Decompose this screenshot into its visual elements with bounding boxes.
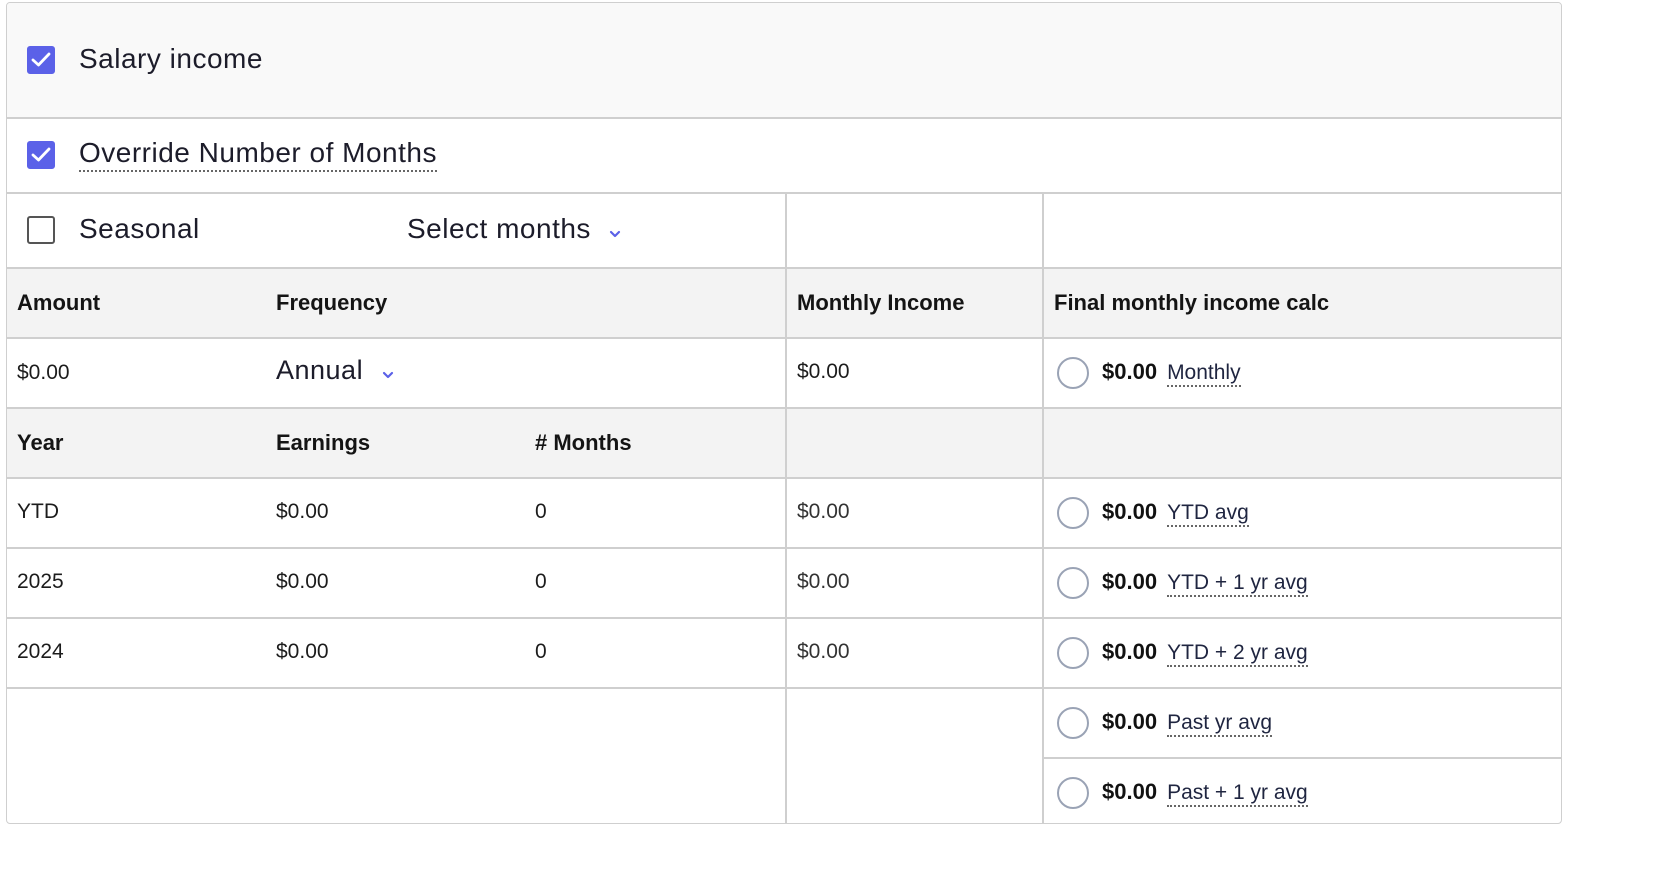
divider bbox=[1043, 757, 1561, 759]
final-option-radio-past-yr[interactable] bbox=[1057, 707, 1089, 739]
final-option-past-yr: $0.00 Past yr avg bbox=[1102, 709, 1273, 737]
final-option-label: YTD avg bbox=[1167, 501, 1249, 527]
table-row-year: 2024 bbox=[17, 640, 64, 663]
table-row-monthly: $0.00 bbox=[797, 640, 850, 663]
final-option-label: Past + 1 yr avg bbox=[1167, 781, 1308, 807]
table-row-months[interactable]: 0 bbox=[535, 500, 547, 524]
final-option-amount: $0.00 bbox=[1102, 709, 1158, 734]
table-row-monthly: $0.00 bbox=[797, 570, 850, 593]
final-option-radio-past-1yr[interactable] bbox=[1057, 777, 1089, 809]
final-option-ytd-avg: $0.00 YTD avg bbox=[1102, 499, 1249, 527]
check-icon bbox=[31, 52, 51, 67]
seasonal-label: Seasonal bbox=[79, 213, 200, 244]
final-option-amount: $0.00 bbox=[1102, 639, 1158, 664]
final-option-amount: $0.00 bbox=[1102, 569, 1158, 594]
select-months-label: Select months bbox=[407, 213, 591, 244]
table-row-months[interactable]: 0 bbox=[535, 640, 547, 664]
table-row-monthly: $0.00 bbox=[797, 500, 850, 523]
salary-income-panel: Salary income Override Number of Months … bbox=[6, 2, 1562, 824]
seasonal-checkbox[interactable] bbox=[27, 216, 55, 244]
chevron-down-icon bbox=[610, 230, 621, 237]
final-option-amount: $0.00 bbox=[1102, 499, 1158, 524]
earnings-header: Earnings bbox=[276, 430, 371, 455]
table-row-year: 2025 bbox=[17, 570, 64, 593]
chevron-down-icon bbox=[382, 371, 393, 378]
final-option-label: YTD + 1 yr avg bbox=[1167, 571, 1308, 597]
final-option-radio-ytd-1yr[interactable] bbox=[1057, 567, 1089, 599]
final-option-label: Monthly bbox=[1167, 361, 1241, 387]
final-option-past-1yr: $0.00 Past + 1 yr avg bbox=[1102, 779, 1308, 807]
table-row-year: YTD bbox=[17, 500, 59, 523]
amount-value[interactable]: $0.00 bbox=[17, 361, 70, 385]
final-option-monthly: $0.00 Monthly bbox=[1102, 359, 1241, 387]
table-row-earnings[interactable]: $0.00 bbox=[276, 640, 329, 664]
table-row-earnings[interactable]: $0.00 bbox=[276, 500, 329, 524]
final-option-radio-ytd-avg[interactable] bbox=[1057, 497, 1089, 529]
check-icon bbox=[31, 147, 51, 162]
frequency-value: Annual bbox=[276, 355, 364, 385]
monthly-income-header: Monthly Income bbox=[797, 290, 965, 315]
final-calc-header: Final monthly income calc bbox=[1054, 290, 1330, 315]
final-option-label: Past yr avg bbox=[1167, 711, 1273, 737]
salary-income-label: Salary income bbox=[79, 43, 263, 74]
year-header: Year bbox=[17, 430, 64, 455]
frequency-header: Frequency bbox=[276, 290, 388, 315]
column-divider bbox=[1042, 192, 1044, 823]
final-option-radio-monthly[interactable] bbox=[1057, 357, 1089, 389]
final-option-radio-ytd-2yr[interactable] bbox=[1057, 637, 1089, 669]
frequency-dropdown[interactable]: Annual bbox=[276, 355, 394, 386]
override-months-checkbox[interactable] bbox=[27, 141, 55, 169]
salary-income-checkbox[interactable] bbox=[27, 46, 55, 74]
select-months-dropdown[interactable]: Select months bbox=[407, 213, 621, 245]
final-option-amount: $0.00 bbox=[1102, 359, 1158, 384]
override-months-label[interactable]: Override Number of Months bbox=[79, 137, 437, 172]
final-option-amount: $0.00 bbox=[1102, 779, 1158, 804]
final-option-ytd-2yr: $0.00 YTD + 2 yr avg bbox=[1102, 639, 1308, 667]
column-divider bbox=[785, 192, 787, 823]
final-option-ytd-1yr: $0.00 YTD + 1 yr avg bbox=[1102, 569, 1308, 597]
monthly-income-value: $0.00 bbox=[797, 360, 850, 383]
months-header: # Months bbox=[535, 430, 632, 455]
amount-header: Amount bbox=[17, 290, 101, 315]
final-option-label: YTD + 2 yr avg bbox=[1167, 641, 1308, 667]
table-row-months[interactable]: 0 bbox=[535, 570, 547, 594]
table-row-earnings[interactable]: $0.00 bbox=[276, 570, 329, 594]
divider bbox=[7, 117, 1561, 119]
